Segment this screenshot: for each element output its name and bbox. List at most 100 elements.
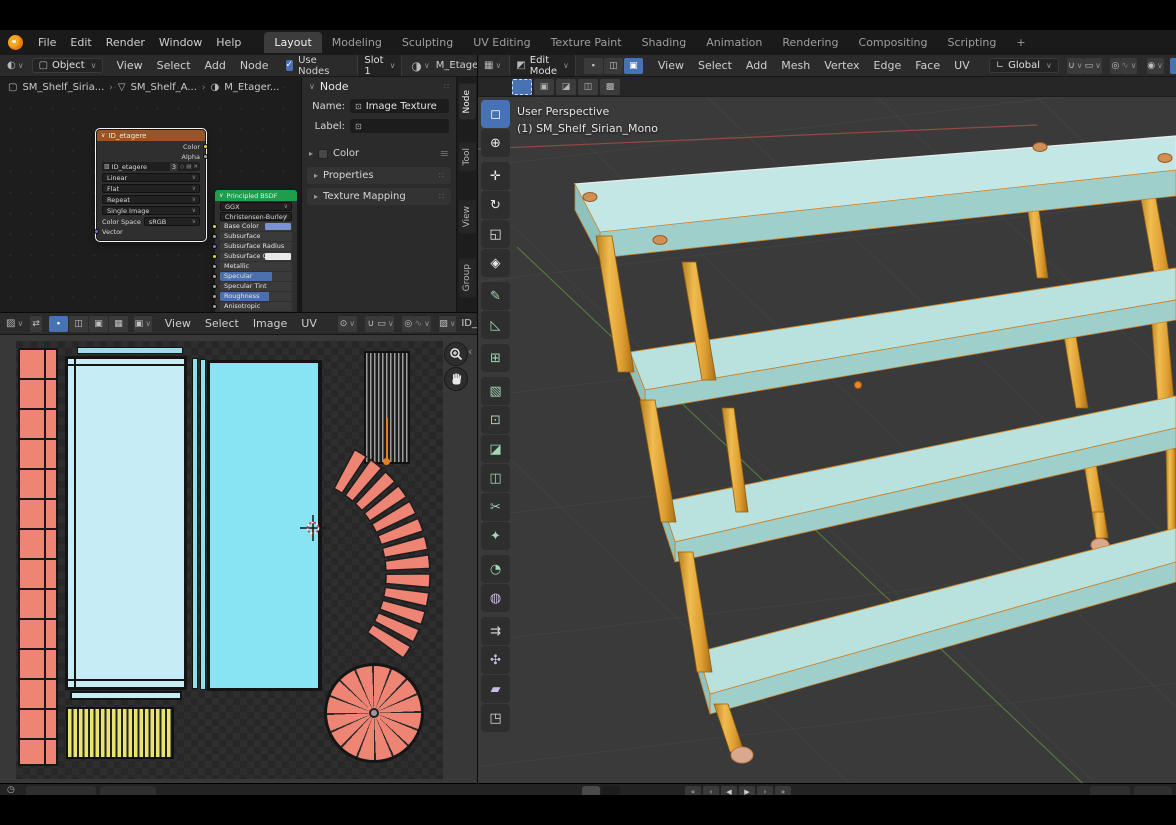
tool-poly-build[interactable]: ✦ (481, 522, 510, 550)
material-slot-dropdown[interactable]: Slot 1∨ (357, 55, 402, 77)
topbar-menu-help[interactable]: Help (209, 33, 248, 52)
bsdf-row-metallic[interactable]: Metallic (220, 262, 292, 271)
uv-editor-type-icon[interactable]: ▨ (6, 318, 15, 329)
shader-menu-node[interactable]: Node (233, 56, 276, 75)
edge-select-icon[interactable]: ◫ (604, 58, 623, 74)
unlink-image-icon[interactable]: ✕ (193, 164, 198, 170)
uv-pivot-dropdown[interactable]: ⊙∨ (338, 316, 357, 332)
editor-splitter-horizontal[interactable] (0, 312, 478, 313)
bsdf-row-base-color[interactable]: Base Color (220, 222, 292, 231)
viewport-menu-vertex[interactable]: Vertex (817, 56, 866, 75)
ts-select-invert[interactable]: ◫ (578, 79, 598, 95)
tool-measure[interactable]: ◺ (481, 311, 510, 339)
tool-shrink-fatten[interactable]: ✣ (481, 646, 510, 674)
workspace-tab-+[interactable]: + (1006, 32, 1035, 53)
topbar-menu-render[interactable]: Render (99, 33, 152, 52)
tool-cursor[interactable]: ⊕ (481, 129, 510, 157)
tool-inset[interactable]: ⊡ (481, 406, 510, 434)
tool-select-box[interactable]: ◻ (481, 100, 510, 128)
bsdf-input-socket[interactable] (212, 304, 217, 309)
jump-to-start-button[interactable]: « (685, 786, 701, 795)
uv-falloff-dropdown[interactable]: ∿∨ (414, 316, 430, 332)
ts-select-subtract[interactable]: ◪ (556, 79, 576, 95)
tool-annotate[interactable]: ✎ (481, 282, 510, 310)
play-reverse-button[interactable]: ◀ (721, 786, 737, 795)
properties-panel[interactable]: ▸ Properties ∷ (307, 167, 451, 184)
uv-zoom-button[interactable] (444, 342, 468, 366)
workspace-tab-texture-paint[interactable]: Texture Paint (541, 32, 632, 53)
principled-bsdf-node[interactable]: ∨Principled BSDF GGXChristensen-BurleyBa… (214, 189, 298, 313)
bsdf-row-ggx[interactable]: GGX (220, 202, 292, 211)
viewport-menu-face[interactable]: Face (908, 56, 947, 75)
shader-object-mode-dropdown[interactable]: ▢ Object ∨ (32, 58, 104, 73)
timeline-chip[interactable] (26, 786, 96, 795)
tool-extrude[interactable]: ▧ (481, 377, 510, 405)
shader-menu-select[interactable]: Select (150, 56, 198, 75)
material-name[interactable]: M_Etage (436, 60, 477, 71)
tool-move[interactable]: ✛ (481, 162, 510, 190)
bsdf-input-socket[interactable] (212, 264, 217, 269)
shader-menu-view[interactable]: View (109, 56, 149, 75)
new-image-icon[interactable]: ▤ (186, 164, 191, 170)
workspace-tab-uv-editing[interactable]: UV Editing (463, 32, 540, 53)
transform-orientation-dropdown[interactable]: ∟ Global ∨ (989, 58, 1059, 73)
uv-sidebar-collapse-icon[interactable]: ‹ (468, 345, 472, 358)
viewport-menu-edge[interactable]: Edge (867, 56, 909, 75)
uv-proportional-edit-icon[interactable]: ◎ (402, 316, 414, 332)
bsdf-row-subsurface-radius[interactable]: Subsurface Radius (220, 242, 292, 251)
colorspace-dropdown[interactable]: sRGB (144, 217, 200, 226)
material-preview-icon[interactable]: ◑ (411, 59, 421, 73)
uv-island-shelf-top-left[interactable] (65, 356, 187, 690)
uv-island-strip-b[interactable] (200, 359, 206, 690)
bsdf-input-socket[interactable] (212, 274, 217, 279)
tool-spin[interactable]: ◔ (481, 555, 510, 583)
play-button[interactable]: ▶ (739, 786, 755, 795)
viewport-editor-type-icon[interactable]: ▦ (484, 60, 493, 71)
uv-island-shelf-edge-bottom[interactable] (70, 691, 182, 700)
uv-island-yellow-block[interactable] (66, 707, 174, 759)
viewport-menu-uv[interactable]: UV (947, 56, 977, 75)
image-texture-node-header[interactable]: ∨ID_etagere (97, 130, 205, 141)
next-keyframe-button[interactable]: › (757, 786, 773, 795)
tool-edge-slide[interactable]: ⇉ (481, 617, 510, 645)
timeline-editor-icon[interactable]: ◷ (7, 785, 15, 795)
sidebar-tab-tool[interactable]: Tool (459, 142, 476, 171)
tool-transform[interactable]: ◈ (481, 249, 510, 277)
bsdf-input-socket[interactable] (212, 244, 217, 249)
shader-editor-type-icon[interactable]: ◐ (7, 60, 16, 71)
tool-rotate[interactable]: ↻ (481, 191, 510, 219)
bsdf-row-christensen-burley[interactable]: Christensen-Burley (220, 212, 292, 221)
viewport-menu-view[interactable]: View (651, 56, 691, 75)
alpha-output-socket[interactable] (203, 154, 208, 159)
bsdf-row-roughness[interactable]: Roughness (220, 292, 292, 301)
node-name-field[interactable]: ⊡ Image Texture (350, 99, 449, 113)
vertex-select-icon[interactable]: ∙ (584, 58, 603, 74)
workspace-tab-sculpting[interactable]: Sculpting (392, 32, 463, 53)
texture-mapping-panel[interactable]: ▸ Texture Mapping ∷ (307, 188, 451, 205)
proportional-edit-toggle[interactable]: ◎ (1110, 58, 1121, 74)
timeline-chip[interactable] (100, 786, 156, 795)
tool-bevel[interactable]: ◪ (481, 435, 510, 463)
bsdf-row-specular[interactable]: Specular (220, 272, 292, 281)
bsdf-row-specular-tint[interactable]: Specular Tint (220, 282, 292, 291)
bsdf-row-subsurface-color[interactable]: Subsurface Color (220, 252, 292, 261)
node-label-field[interactable]: ⊡ (350, 119, 449, 133)
uv-island-shelf-top-right[interactable] (207, 360, 322, 691)
bsdf-row-anisotropic[interactable]: Anisotropic (220, 302, 292, 311)
timeline-chip[interactable] (1090, 786, 1130, 795)
uv-island-striped-block[interactable] (364, 351, 410, 464)
color-output-socket[interactable] (203, 144, 208, 149)
sidebar-tab-node[interactable]: Node (459, 84, 476, 120)
workspace-tab-compositing[interactable]: Compositing (849, 32, 938, 53)
prev-keyframe-button[interactable]: ‹ (703, 786, 719, 795)
sidebar-tab-group[interactable]: Group (459, 258, 476, 297)
viewport-3d[interactable]: User Perspective (1) SM_Shelf_Sirian_Mon… (477, 97, 1176, 783)
color-list-icon[interactable]: ≡ (440, 147, 449, 160)
blender-logo-icon[interactable] (8, 35, 23, 50)
uv-select-edge-icon[interactable]: ◫ (69, 316, 88, 332)
tool-shear[interactable]: ▰ (481, 675, 510, 703)
uv-island-shelf-edge-top[interactable] (77, 347, 183, 354)
timeline-chip[interactable] (582, 786, 600, 795)
fake-user-icon[interactable]: ◇ (180, 164, 184, 170)
color-subpanel[interactable]: ▸ Color ≡ (302, 144, 456, 163)
